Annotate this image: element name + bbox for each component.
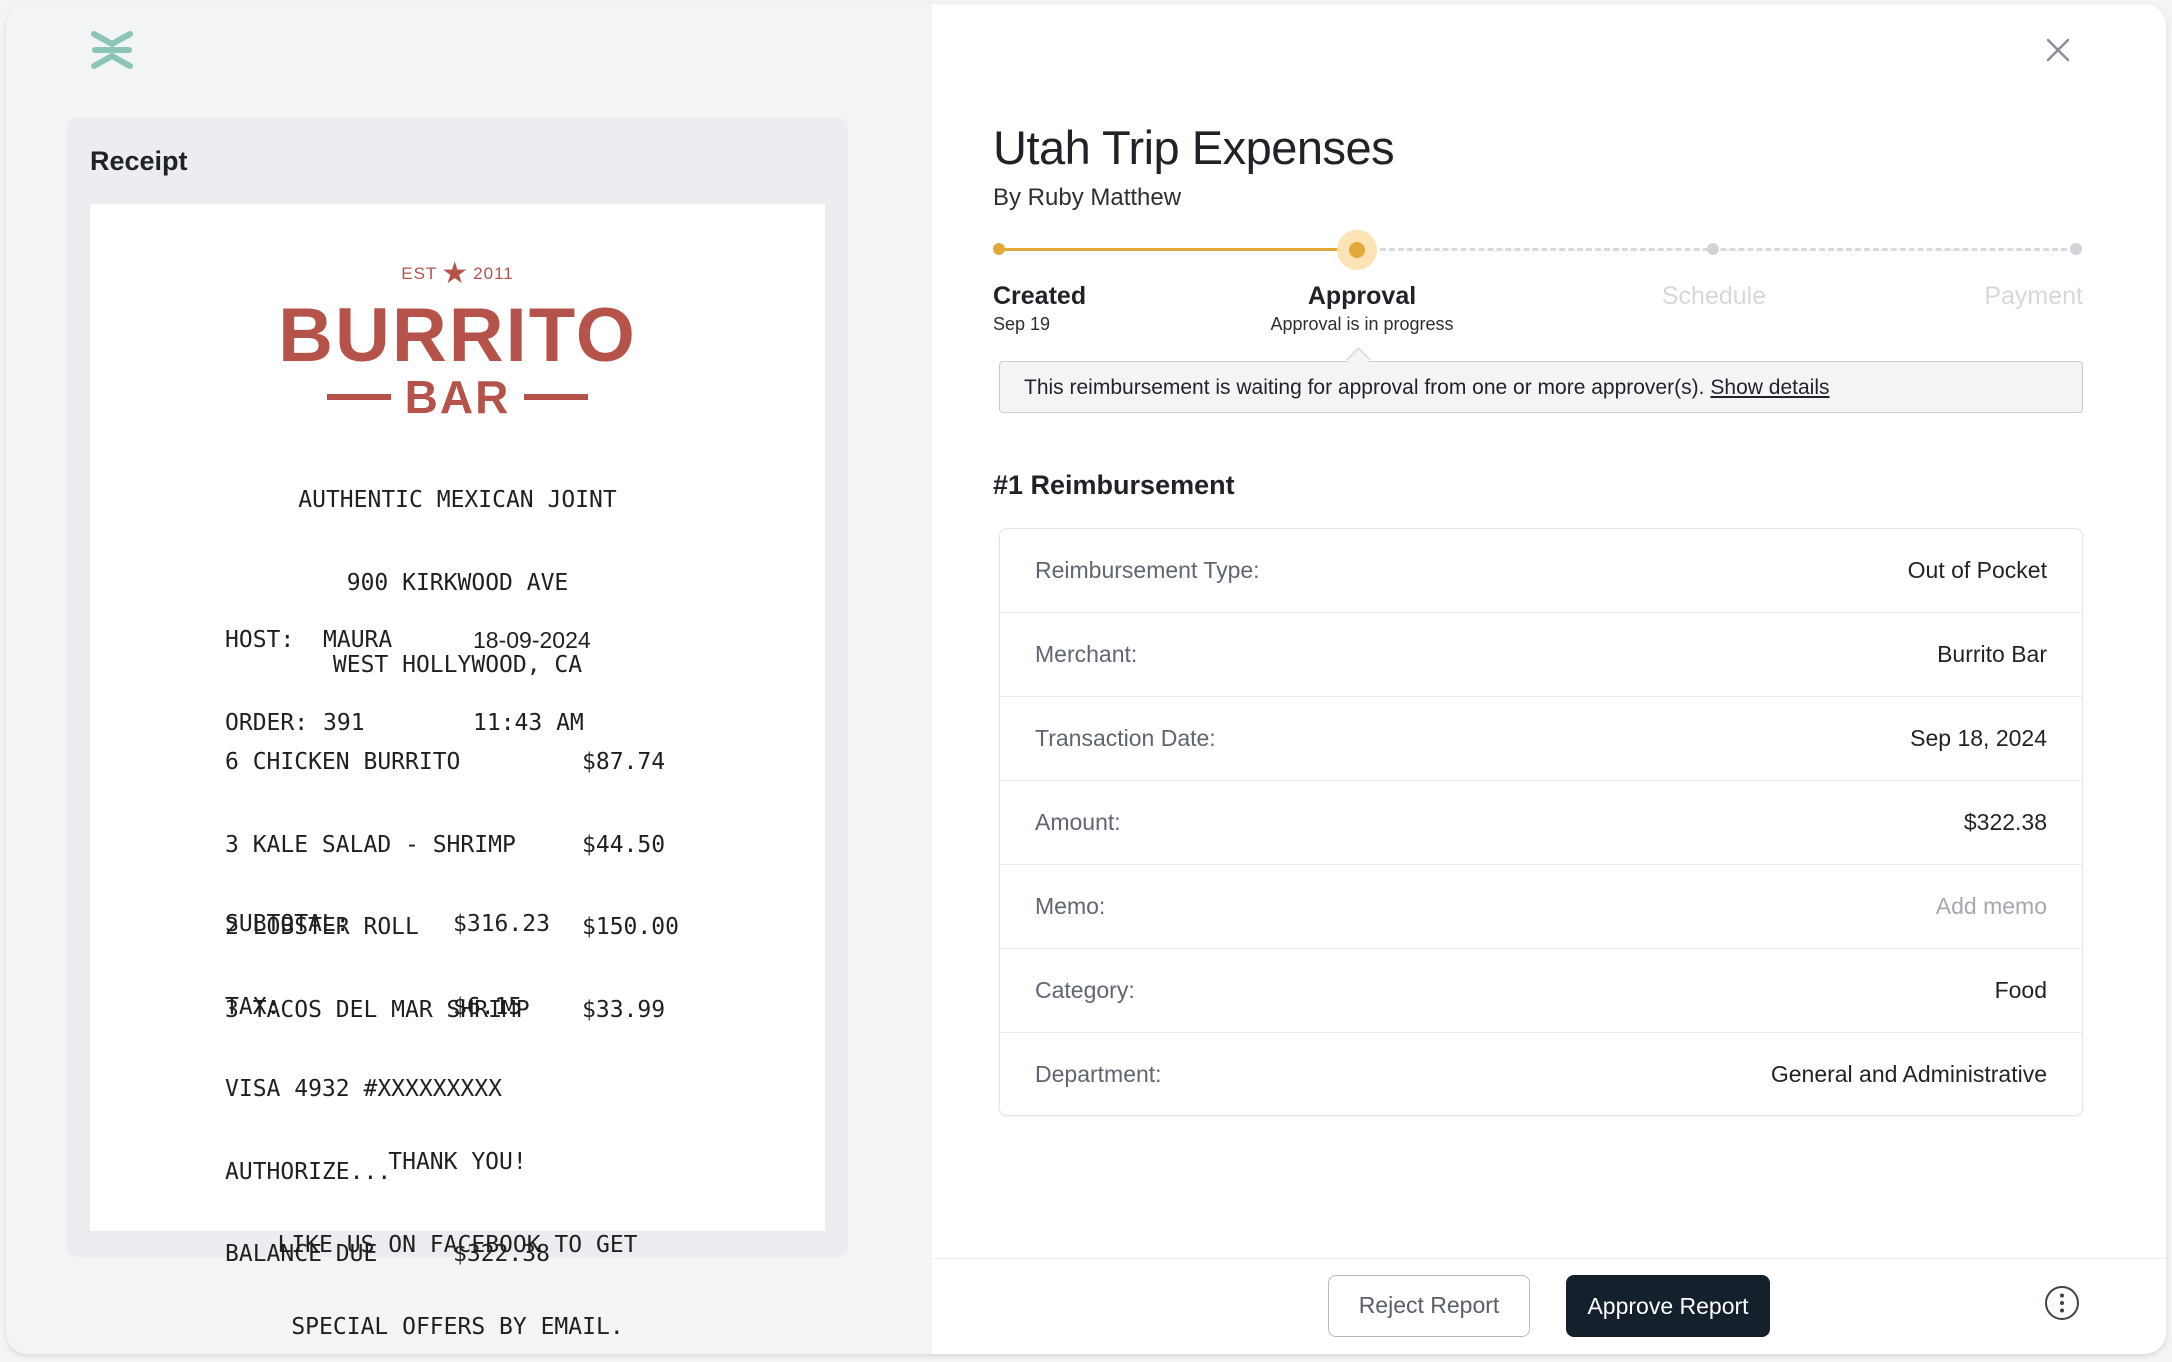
detail-value: Burrito Bar bbox=[1937, 641, 2047, 667]
receipt-pane: Receipt EST ★ 2011 BURRITO BAR AUTHENTIC M… bbox=[6, 4, 932, 1354]
reimbursement-details: Reimbursement Type: Out of Pocket Mercha… bbox=[999, 528, 2083, 1116]
brand-dash-left bbox=[326, 394, 391, 400]
show-details-link[interactable]: Show details bbox=[1710, 376, 1829, 399]
detail-value: Food bbox=[1994, 977, 2047, 1003]
detail-label: Department: bbox=[1035, 1061, 1162, 1087]
detail-value: Sep 18, 2024 bbox=[1910, 725, 2047, 751]
detail-row-type: Reimbursement Type: Out of Pocket bbox=[1000, 529, 2082, 613]
address-line: AUTHENTIC MEXICAN JOINT bbox=[298, 487, 617, 513]
item-name: 6 CHICKEN BURRITO bbox=[225, 749, 461, 775]
host-label: HOST: bbox=[225, 627, 295, 653]
step-label-schedule: Schedule bbox=[1661, 282, 1767, 310]
memo-input[interactable]: Add memo bbox=[1936, 893, 2047, 920]
more-options-icon[interactable] bbox=[2044, 1285, 2080, 1321]
stepper-progress-line bbox=[999, 248, 1357, 251]
subtotal-label: SUBTOTAL: bbox=[225, 911, 350, 937]
receipt-item: 3 KALE SALAD - SHRIMP $44.50 bbox=[225, 832, 665, 860]
step-sub-created: Sep 19 bbox=[993, 314, 1051, 334]
receipt-image: EST ★ 2011 BURRITO BAR AUTHENTIC MEXICAN J… bbox=[90, 204, 825, 1340]
receipt-brand-subname: BAR bbox=[90, 372, 825, 422]
est-prefix: EST bbox=[401, 264, 438, 283]
receipt-item: 6 CHICKEN BURRITO $87.74 bbox=[225, 749, 665, 777]
detail-row-merchant: Merchant: Burrito Bar bbox=[1000, 613, 2082, 697]
approve-report-button[interactable]: Approve Report bbox=[1566, 1275, 1770, 1337]
banner-text: This reimbursement is waiting for approv… bbox=[1024, 376, 1705, 399]
item-price: $33.99 bbox=[582, 996, 666, 1023]
brand-bar-text: BAR bbox=[404, 371, 511, 423]
address-line: 900 KIRKWOOD AVE bbox=[346, 569, 569, 596]
receipt-established: EST ★ 2011 bbox=[90, 256, 825, 291]
receipt-brand-name: BURRITO bbox=[278, 293, 637, 378]
item-price: $44.50 bbox=[582, 831, 666, 858]
tax-label: TAX: bbox=[225, 993, 281, 1020]
app-window: Receipt EST ★ 2011 BURRITO BAR AUTHENTIC M… bbox=[6, 4, 2166, 1354]
app-logo-icon bbox=[91, 31, 133, 69]
step-dot-payment bbox=[2070, 243, 2082, 255]
report-pane: Utah Trip Expenses By Ruby Matthew Creat… bbox=[932, 4, 2166, 1354]
tax-value: $6.15 bbox=[453, 993, 523, 1020]
address-line: WEST HOLLYWOOD, CA bbox=[332, 652, 583, 678]
step-label-payment: Payment bbox=[1984, 282, 2083, 310]
step-dot-created bbox=[993, 243, 1005, 255]
detail-value: Out of Pocket bbox=[1907, 557, 2047, 583]
reject-report-button[interactable]: Reject Report bbox=[1328, 1275, 1530, 1337]
action-footer: Reject Report Approve Report bbox=[932, 1258, 2166, 1354]
detail-row-department: Department: General and Administrative bbox=[1000, 1033, 2082, 1117]
detail-value: General and Administrative bbox=[1770, 1061, 2047, 1087]
detail-label: Amount: bbox=[1035, 809, 1121, 835]
step-dot-approval bbox=[1349, 242, 1365, 258]
detail-row-memo: Memo: Add memo bbox=[1000, 865, 2082, 949]
step-label-created: Created bbox=[993, 282, 1087, 310]
brand-dash-right bbox=[524, 394, 589, 400]
approval-info-banner: This reimbursement is waiting for approv… bbox=[999, 361, 2083, 413]
receipt-title: Receipt bbox=[90, 146, 188, 176]
item-price: $150.00 bbox=[582, 914, 679, 940]
receipt-thanks: THANK YOU! LIKE US ON FACEBOOK TO GET SP… bbox=[90, 1094, 825, 1354]
thanks-line: THANK YOU! bbox=[388, 1149, 527, 1175]
receipt-card: Receipt EST ★ 2011 BURRITO BAR AUTHENTIC M… bbox=[66, 118, 848, 1340]
detail-label: Merchant: bbox=[1035, 641, 1138, 667]
detail-label: Category: bbox=[1035, 977, 1135, 1003]
step-dot-schedule bbox=[1707, 243, 1719, 255]
item-price: $87.74 bbox=[582, 749, 666, 775]
step-label-approval: Approval bbox=[1307, 282, 1417, 310]
host-value: MAURA bbox=[323, 627, 393, 653]
thanks-line: SPECIAL OFFERS BY EMAIL. bbox=[291, 1314, 624, 1340]
receipt-time: 11:43 AM bbox=[473, 709, 584, 736]
stepper-remaining-line bbox=[1362, 248, 2076, 251]
detail-label: Transaction Date: bbox=[1035, 725, 1216, 751]
subtotal-value: $316.23 bbox=[453, 911, 550, 937]
thanks-line: LIKE US ON FACEBOOK TO GET bbox=[277, 1231, 638, 1258]
detail-row-amount: Amount: $322.38 bbox=[1000, 781, 2082, 865]
est-year: 2011 bbox=[473, 264, 514, 283]
detail-row-category: Category: Food bbox=[1000, 949, 2082, 1033]
detail-label: Reimbursement Type: bbox=[1035, 557, 1260, 583]
item-name: 3 KALE SALAD - SHRIMP bbox=[225, 831, 516, 858]
star-icon: ★ bbox=[441, 257, 470, 290]
detail-value: $322.38 bbox=[1963, 809, 2047, 835]
approval-stepper: Created Sep 19 Approval Approval is in p… bbox=[932, 4, 2166, 364]
receipt-date: 18-09-2024 bbox=[473, 627, 591, 653]
detail-label: Memo: bbox=[1035, 893, 1106, 919]
detail-row-date: Transaction Date: Sep 18, 2024 bbox=[1000, 697, 2082, 781]
section-title: #1 Reimbursement bbox=[993, 470, 1235, 500]
receipt-address: AUTHENTIC MEXICAN JOINT 900 KIRKWOOD AVE… bbox=[90, 432, 825, 735]
step-sub-approval: Approval is in progress bbox=[1270, 314, 1454, 334]
